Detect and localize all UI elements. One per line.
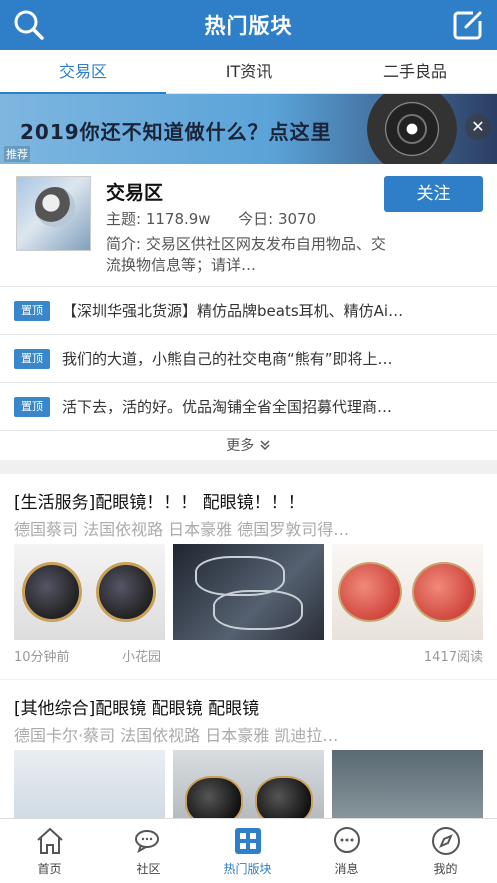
post-image[interactable]: [332, 544, 483, 640]
pinned-title: 活下去，活的好。优品淘铺全省全国招募代理商…: [62, 398, 393, 416]
nav-home[interactable]: 首页: [0, 819, 99, 883]
post-reads: 1417阅读: [423, 650, 483, 665]
nav-messages[interactable]: 消息: [297, 819, 396, 883]
page-title: 热门版块: [204, 14, 293, 38]
home-icon: [37, 827, 63, 854]
nav-label: 热门版块: [223, 862, 272, 876]
today-count: 今日: 3070: [238, 210, 317, 228]
pinned-item[interactable]: 置顶 活下去，活的好。优品淘铺全省全国招募代理商…: [0, 382, 497, 430]
banner-text: 2019你还不知道做什么？点这里: [20, 120, 332, 144]
post-summary: 德国蔡司 法国依视路 日本豪雅 德国罗敦司得…: [14, 520, 350, 539]
bottom-navigation: 首页 社区 热门版块 消息 我的: [0, 818, 497, 883]
post-title: [生活服务]配眼镜！！！ 配眼镜！！！: [14, 493, 305, 513]
nav-label: 首页: [37, 862, 62, 876]
chat-bubbles-icon: [135, 830, 159, 854]
message-icon: [334, 827, 360, 853]
post-card[interactable]: [生活服务]配眼镜！！！ 配眼镜！！！ 德国蔡司 法国依视路 日本豪雅 德国罗敦…: [0, 474, 497, 679]
pinned-list: 置顶 【深圳华强北货源】精仿品牌beats耳机、精仿Ai… 置顶 我们的大道，小…: [0, 286, 497, 460]
edit-icon: [453, 11, 482, 40]
forum-logo: [16, 176, 91, 251]
forum-info: 交易区 主题: 1178.9w 今日: 3070 简介: 交易区供社区网友发布自…: [0, 164, 497, 286]
more-label: 更多: [226, 438, 255, 454]
ad-banner[interactable]: 2019你还不知道做什么？点这里 推荐 ✕: [0, 94, 497, 164]
pinned-badge: 置顶: [14, 301, 50, 321]
pinned-badge: 置顶: [14, 349, 50, 369]
compose-button[interactable]: [451, 8, 485, 42]
nav-label: 社区: [136, 862, 161, 876]
pinned-item[interactable]: 置顶 【深圳华强北货源】精仿品牌beats耳机、精仿Ai…: [0, 286, 497, 334]
nav-community[interactable]: 社区: [99, 819, 198, 883]
post-image[interactable]: [14, 544, 165, 640]
pinned-badge: 置顶: [14, 397, 50, 417]
nav-label: 我的: [433, 862, 458, 876]
forum-name: 交易区: [106, 182, 164, 204]
compass-icon: [432, 827, 460, 855]
pinned-item[interactable]: 置顶 我们的大道，小熊自己的社交电商“熊有”即将上…: [0, 334, 497, 382]
topics-count: 主题: 1178.9w: [106, 210, 211, 228]
tab-it-news[interactable]: IT资讯: [166, 50, 332, 94]
close-icon[interactable]: ✕: [465, 114, 491, 140]
forum-stats: 主题: 1178.9w 今日: 3070: [106, 208, 316, 229]
double-chevron-down-icon: [260, 440, 270, 451]
forum-description: 简介: 交易区供社区网友发布自用物品、交流换物信息等；请详…: [106, 235, 386, 274]
post-time: 10分钟前: [14, 650, 70, 665]
nav-hot-boards[interactable]: 热门版块: [198, 819, 297, 883]
more-button[interactable]: 更多: [0, 430, 497, 460]
tab-second-hand[interactable]: 二手良品: [332, 50, 497, 94]
follow-button[interactable]: 关注: [384, 176, 483, 212]
pinned-title: 我们的大道，小熊自己的社交电商“熊有”即将上…: [62, 350, 393, 368]
post-card[interactable]: [其他综合]配眼镜 配眼镜 配眼镜 德国卡尔·蔡司 法国依视路 日本豪雅 凯迪拉…: [0, 680, 497, 846]
banner-graphic: [367, 94, 457, 164]
nav-label: 消息: [334, 862, 359, 876]
post-summary: 德国卡尔·蔡司 法国依视路 日本豪雅 凯迪拉…: [14, 726, 339, 745]
banner-tag: 推荐: [4, 146, 30, 162]
category-tabs: 交易区 IT资讯 二手良品: [0, 50, 497, 95]
post-title: [其他综合]配眼镜 配眼镜 配眼镜: [14, 699, 260, 719]
post-image[interactable]: [173, 544, 324, 640]
tab-trading[interactable]: 交易区: [0, 50, 166, 95]
grid-icon: [235, 828, 261, 854]
nav-profile[interactable]: 我的: [396, 819, 495, 883]
pinned-title: 【深圳华强北货源】精仿品牌beats耳机、精仿Ai…: [62, 302, 404, 320]
top-bar: 热门版块: [0, 0, 497, 50]
post-author[interactable]: 小花园: [122, 646, 161, 665]
